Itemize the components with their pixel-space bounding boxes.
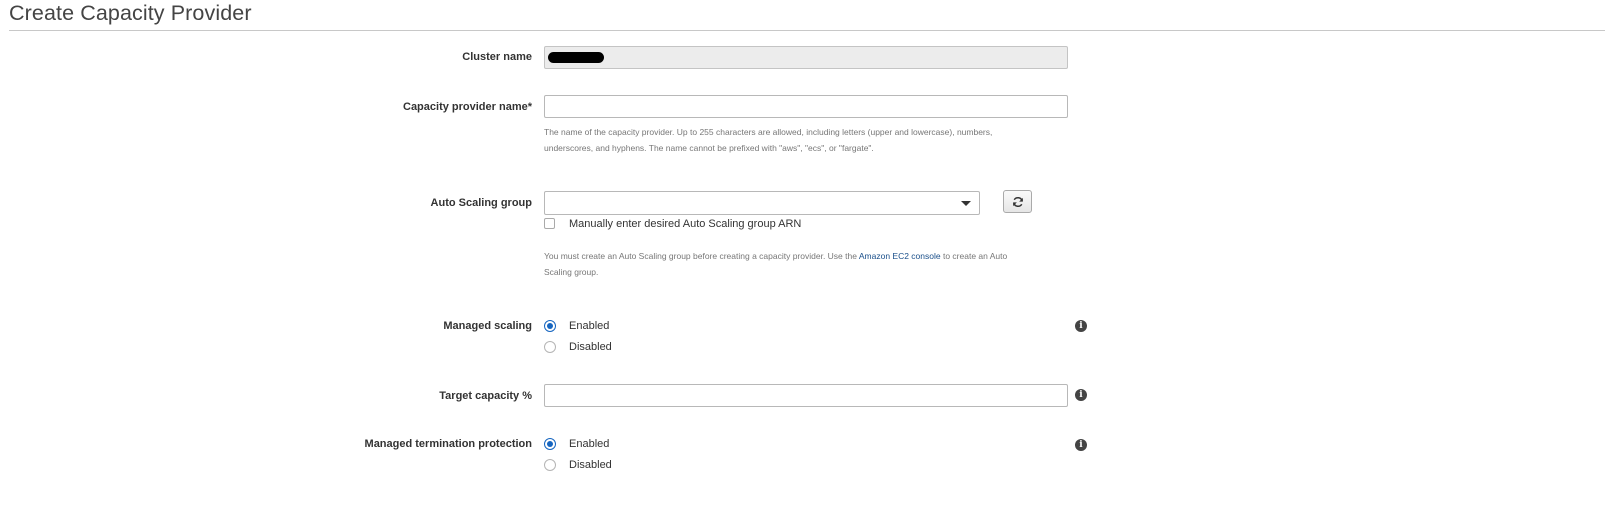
termination-protection-disabled-label: Disabled (569, 459, 612, 471)
help-line-1: The name of the capacity provider. Up to… (544, 127, 993, 137)
refresh-icon (1012, 196, 1023, 207)
termination-protection-enabled-radio[interactable] (544, 438, 556, 450)
auto-scaling-group-help: You must create an Auto Scaling group be… (544, 248, 1084, 280)
refresh-button[interactable] (1003, 190, 1032, 213)
help-line-2: underscores, and hyphens. The name canno… (544, 143, 874, 153)
target-capacity-input[interactable] (544, 384, 1068, 407)
title-divider (9, 30, 1605, 31)
termination-protection-disabled-radio[interactable] (544, 459, 556, 471)
managed-termination-protection-label: Managed termination protection (364, 438, 532, 450)
help-suffix: to create an Auto (940, 251, 1008, 261)
cluster-name-field (544, 46, 1068, 69)
info-icon[interactable]: i (1075, 439, 1087, 451)
target-capacity-label: Target capacity % (439, 390, 532, 402)
help-line-2: Scaling group. (544, 267, 599, 277)
auto-scaling-group-select[interactable] (544, 191, 980, 215)
manual-arn-label: Manually enter desired Auto Scaling grou… (569, 218, 802, 230)
capacity-provider-name-help: The name of the capacity provider. Up to… (544, 124, 1084, 156)
chevron-down-icon (961, 201, 971, 206)
termination-protection-enabled-label: Enabled (569, 438, 610, 450)
page-title: Create Capacity Provider (9, 1, 252, 25)
managed-scaling-enabled-radio[interactable] (544, 320, 556, 332)
capacity-provider-name-label: Capacity provider name* (403, 101, 532, 113)
managed-scaling-disabled-radio[interactable] (544, 341, 556, 353)
redaction-mark (548, 52, 604, 63)
ec2-console-link[interactable]: Amazon EC2 console (859, 251, 941, 261)
info-icon[interactable]: i (1075, 320, 1087, 332)
cluster-name-label: Cluster name (462, 51, 532, 63)
managed-scaling-label: Managed scaling (443, 320, 532, 332)
managed-scaling-disabled-label: Disabled (569, 341, 612, 353)
info-icon[interactable]: i (1075, 389, 1087, 401)
manual-arn-checkbox[interactable] (544, 218, 555, 229)
auto-scaling-group-label: Auto Scaling group (430, 197, 532, 209)
capacity-provider-name-input[interactable] (544, 95, 1068, 118)
managed-scaling-enabled-label: Enabled (569, 320, 610, 332)
help-prefix: You must create an Auto Scaling group be… (544, 251, 859, 261)
